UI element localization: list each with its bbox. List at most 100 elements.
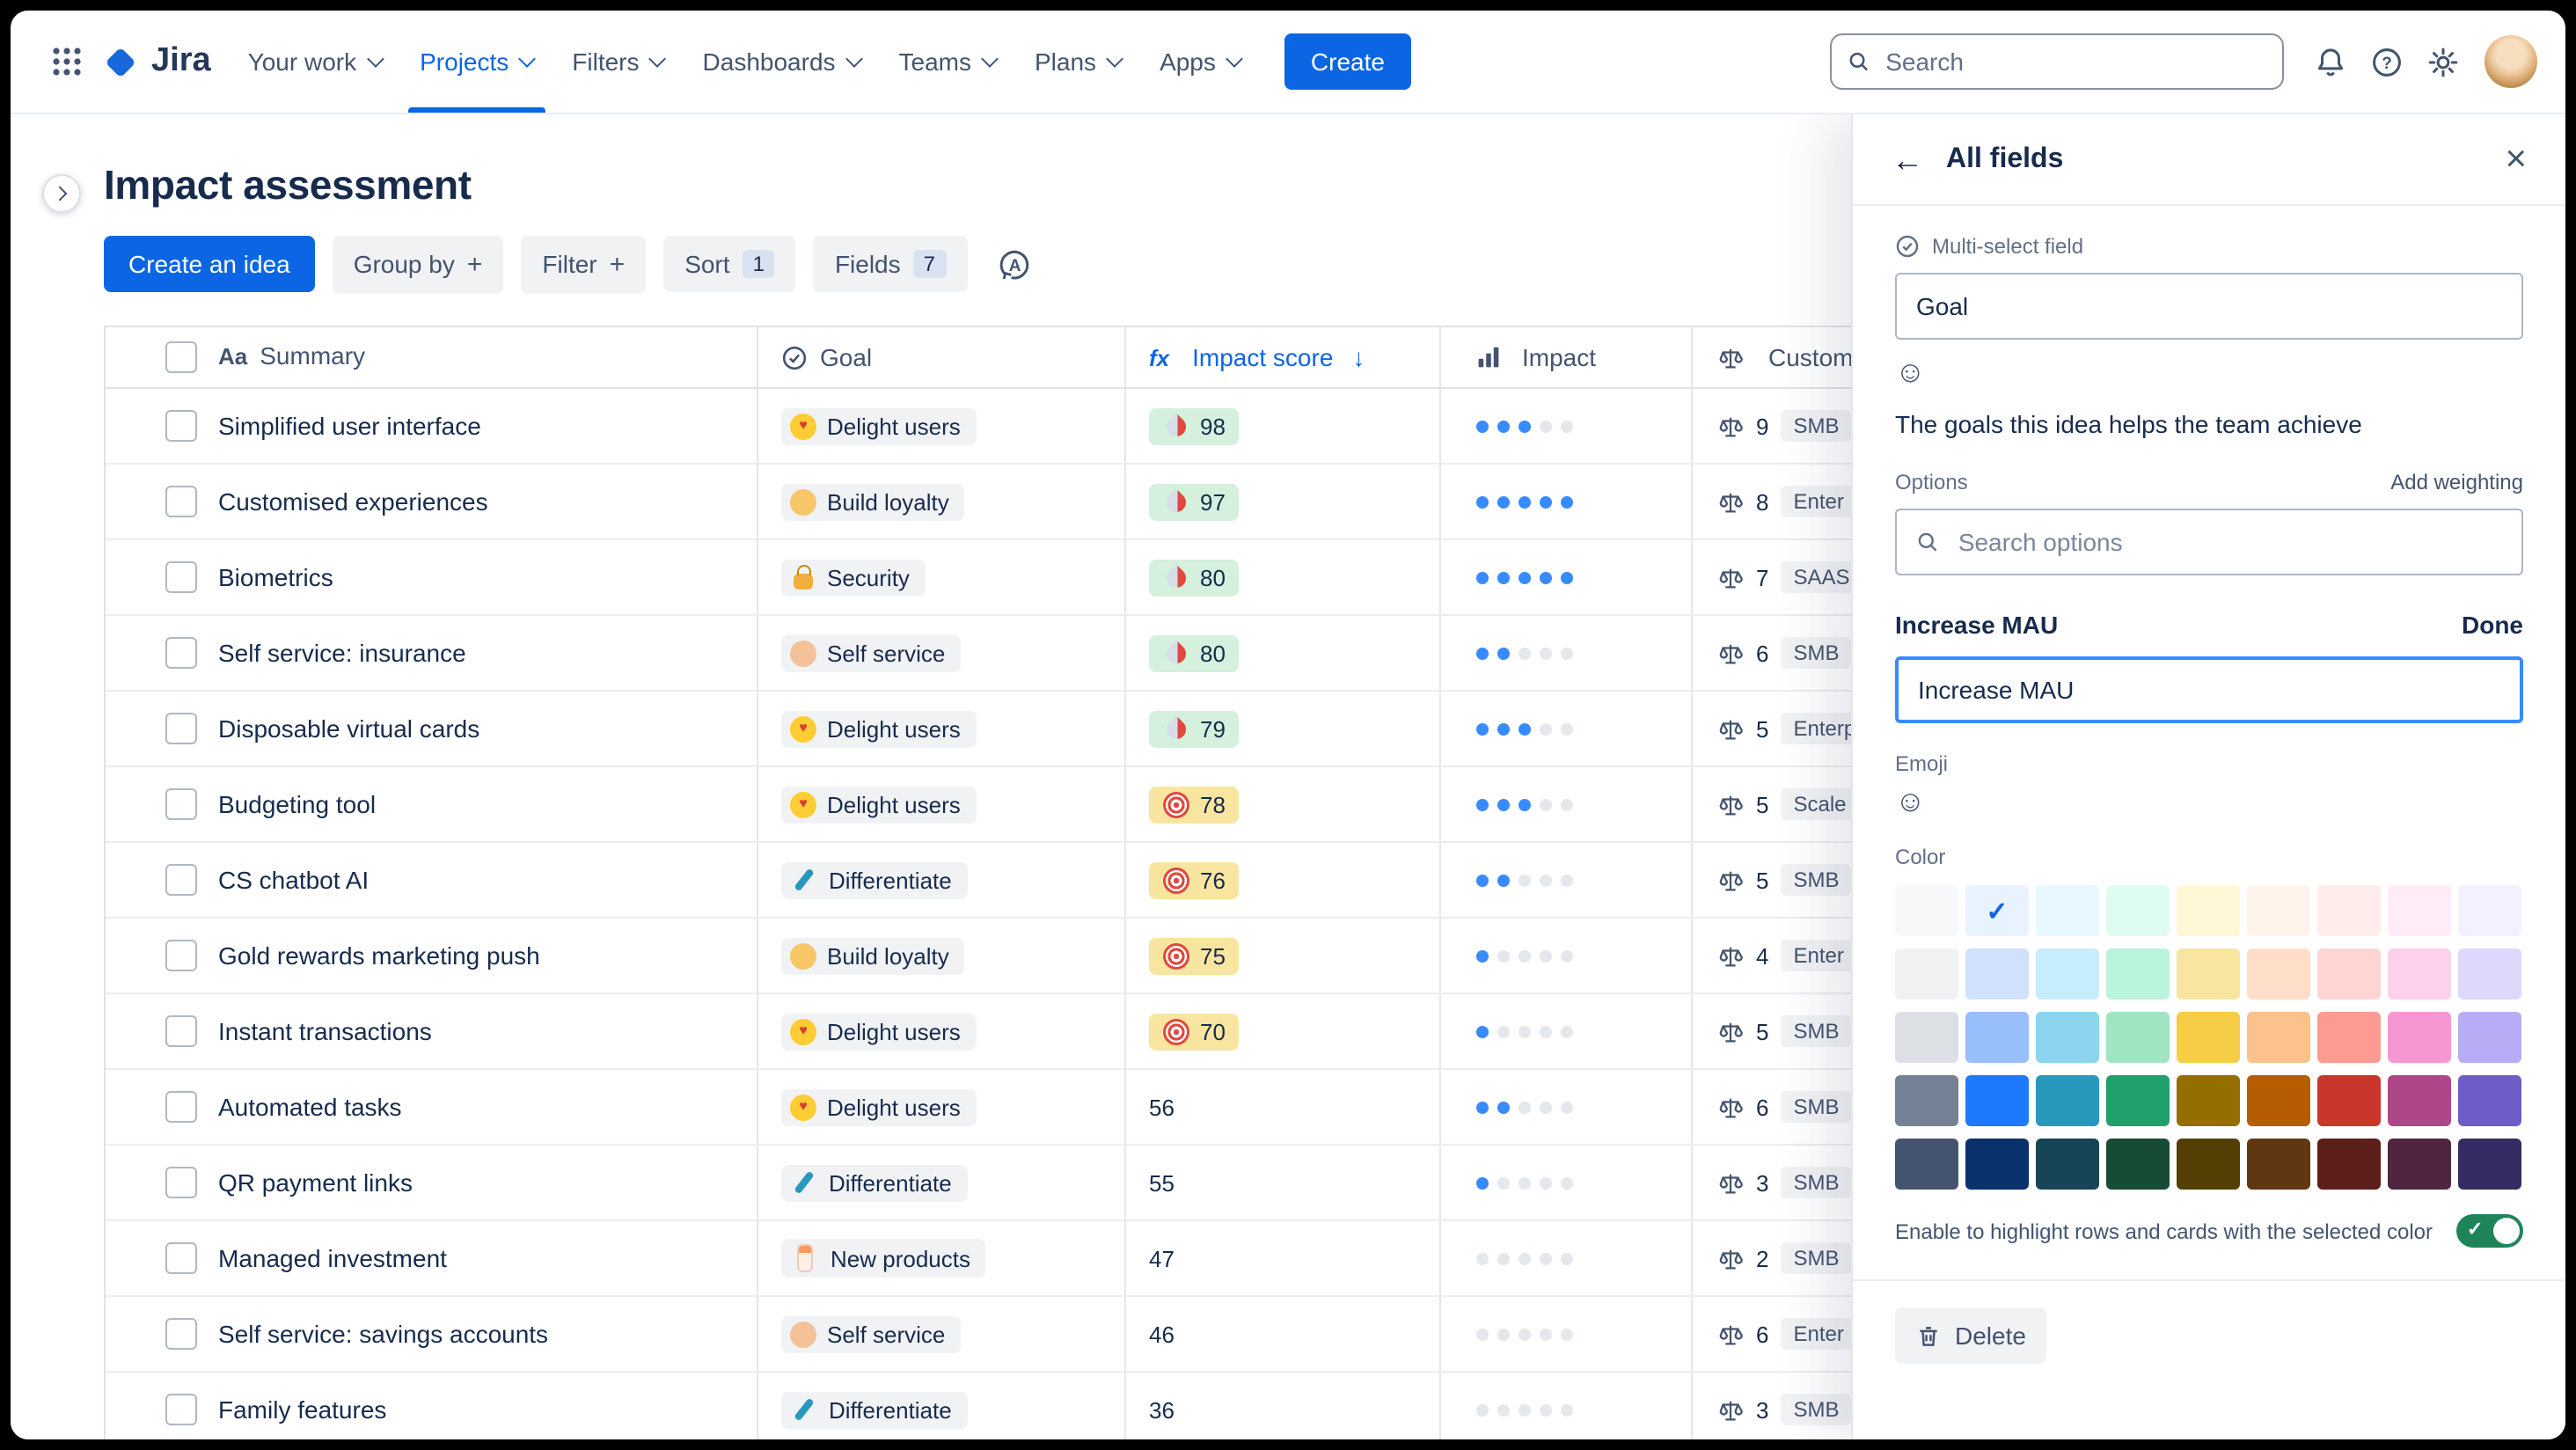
color-swatch[interactable] bbox=[2247, 1139, 2310, 1190]
option-emoji-icon[interactable]: ☺ bbox=[1895, 787, 1926, 817]
table-row[interactable]: BiometricsSecurity807SAAS bbox=[106, 540, 2025, 616]
color-swatch[interactable] bbox=[2036, 1139, 2099, 1190]
nav-teams[interactable]: Teams bbox=[880, 11, 1015, 113]
impact-rating[interactable] bbox=[1439, 616, 1691, 690]
table-row[interactable]: Simplified user interface♥Delight users9… bbox=[106, 389, 2025, 465]
idea-summary[interactable]: Instant transactions bbox=[218, 1017, 432, 1045]
nav-filters[interactable]: Filters bbox=[553, 11, 683, 113]
field-name-input[interactable] bbox=[1895, 273, 2523, 340]
goal-tag[interactable]: ♥Delight users bbox=[781, 407, 977, 444]
row-checkbox[interactable] bbox=[165, 864, 197, 896]
impact-rating[interactable] bbox=[1439, 692, 1691, 765]
idea-summary[interactable]: Customised experiences bbox=[218, 487, 488, 516]
table-row[interactable]: QR payment linksDifferentiate553SMB bbox=[106, 1146, 2025, 1221]
color-swatch[interactable] bbox=[2247, 885, 2310, 936]
goal-tag[interactable]: Differentiate bbox=[781, 1164, 968, 1201]
row-checkbox[interactable] bbox=[165, 486, 197, 517]
color-swatch[interactable] bbox=[2036, 1012, 2099, 1063]
row-checkbox[interactable] bbox=[165, 1394, 197, 1425]
color-swatch[interactable] bbox=[2177, 1075, 2240, 1126]
color-swatch[interactable] bbox=[1895, 1075, 1958, 1126]
color-swatch[interactable] bbox=[2106, 1075, 2170, 1126]
select-all-checkbox[interactable] bbox=[165, 341, 197, 373]
user-avatar[interactable] bbox=[2485, 35, 2537, 88]
app-switcher-icon[interactable] bbox=[39, 33, 95, 90]
table-row[interactable]: Instant transactions♥Delight users705SMB bbox=[106, 994, 2025, 1070]
row-checkbox[interactable] bbox=[165, 1091, 197, 1123]
create-idea-button[interactable]: Create an idea bbox=[104, 236, 315, 292]
goal-tag[interactable]: Security bbox=[781, 559, 926, 596]
goal-tag[interactable]: Self service bbox=[781, 1315, 961, 1352]
impact-rating[interactable] bbox=[1439, 919, 1691, 992]
sidebar-expand-button[interactable] bbox=[42, 174, 81, 213]
color-swatch[interactable] bbox=[2106, 1139, 2170, 1190]
color-swatch[interactable] bbox=[2317, 948, 2381, 1000]
global-search[interactable] bbox=[1830, 33, 2284, 90]
goal-tag[interactable]: Self service bbox=[781, 634, 961, 671]
idea-summary[interactable]: Budgeting tool bbox=[218, 790, 376, 818]
row-checkbox[interactable] bbox=[165, 561, 197, 593]
goal-tag[interactable]: ♥Delight users bbox=[781, 1088, 977, 1125]
row-checkbox[interactable] bbox=[165, 788, 197, 820]
sort-desc-icon[interactable]: ↓ bbox=[1352, 343, 1365, 371]
table-row[interactable]: Gold rewards marketing pushBuild loyalty… bbox=[106, 919, 2025, 994]
row-checkbox[interactable] bbox=[165, 1015, 197, 1047]
idea-summary[interactable]: Managed investment bbox=[218, 1244, 447, 1272]
row-checkbox[interactable] bbox=[165, 1167, 197, 1198]
goal-tag[interactable]: New products bbox=[781, 1239, 986, 1278]
table-row[interactable]: Disposable virtual cards♥Delight users79… bbox=[106, 692, 2025, 767]
goal-tag[interactable]: Build loyalty bbox=[781, 483, 965, 520]
color-swatch[interactable] bbox=[2458, 1012, 2521, 1063]
color-swatch[interactable] bbox=[2458, 1075, 2521, 1126]
nav-projects[interactable]: Projects bbox=[400, 11, 553, 113]
row-checkbox[interactable] bbox=[165, 410, 197, 442]
color-swatch[interactable] bbox=[2388, 885, 2451, 936]
idea-summary[interactable]: Automated tasks bbox=[218, 1093, 402, 1121]
color-swatch[interactable] bbox=[2458, 1139, 2521, 1190]
color-swatch[interactable] bbox=[2177, 1012, 2240, 1063]
color-swatch[interactable] bbox=[2106, 885, 2170, 936]
idea-summary[interactable]: CS chatbot AI bbox=[218, 866, 369, 894]
highlight-toggle[interactable] bbox=[2456, 1214, 2523, 1248]
impact-rating[interactable] bbox=[1439, 1221, 1691, 1295]
fields-button[interactable]: Fields7 bbox=[814, 236, 967, 292]
impact-rating[interactable] bbox=[1439, 1297, 1691, 1371]
color-swatch[interactable] bbox=[1965, 1139, 2029, 1190]
color-swatch[interactable] bbox=[2106, 1012, 2170, 1063]
impact-rating[interactable] bbox=[1439, 767, 1691, 841]
color-swatch[interactable] bbox=[2106, 948, 2170, 1000]
color-swatch[interactable] bbox=[1965, 1075, 2029, 1126]
column-goal[interactable]: Goal bbox=[820, 343, 872, 371]
table-row[interactable]: CS chatbot AIDifferentiate765SMB bbox=[106, 843, 2025, 919]
impact-rating[interactable] bbox=[1439, 1146, 1691, 1219]
settings-gear-icon[interactable] bbox=[2414, 33, 2470, 90]
add-weighting-button[interactable]: Add weighting bbox=[2390, 470, 2523, 494]
nav-apps[interactable]: Apps bbox=[1140, 11, 1260, 113]
idea-summary[interactable]: Disposable virtual cards bbox=[218, 714, 479, 743]
color-swatch[interactable] bbox=[2247, 1075, 2310, 1126]
color-swatch[interactable] bbox=[2388, 1012, 2451, 1063]
impact-rating[interactable] bbox=[1439, 1070, 1691, 1144]
row-checkbox[interactable] bbox=[165, 713, 197, 744]
row-checkbox[interactable] bbox=[165, 940, 197, 971]
notifications-bell-icon[interactable] bbox=[2302, 33, 2358, 90]
color-swatch[interactable] bbox=[2036, 948, 2099, 1000]
sort-button[interactable]: Sort1 bbox=[663, 236, 796, 292]
done-button[interactable]: Done bbox=[2462, 611, 2523, 639]
jira-logo[interactable]: Jira bbox=[102, 42, 211, 81]
nav-your-work[interactable]: Your work bbox=[229, 11, 401, 113]
idea-summary[interactable]: Simplified user interface bbox=[218, 412, 481, 440]
color-swatch[interactable] bbox=[2317, 885, 2381, 936]
color-swatch[interactable] bbox=[2036, 885, 2099, 936]
color-swatch[interactable] bbox=[1895, 1139, 1958, 1190]
color-swatch[interactable] bbox=[2458, 948, 2521, 1000]
color-swatch[interactable] bbox=[1895, 948, 1958, 1000]
auto-sort-button[interactable]: A bbox=[984, 234, 1044, 294]
table-row[interactable]: Self service: savings accountsSelf servi… bbox=[106, 1297, 2025, 1373]
goal-tag[interactable]: Differentiate bbox=[781, 861, 968, 898]
color-swatch[interactable] bbox=[1965, 1012, 2029, 1063]
delete-button[interactable]: Delete bbox=[1895, 1307, 2047, 1364]
color-swatch-selected[interactable]: ✓ bbox=[1965, 885, 2029, 936]
goal-tag[interactable]: ♥Delight users bbox=[781, 710, 977, 747]
color-swatch[interactable] bbox=[2036, 1075, 2099, 1126]
